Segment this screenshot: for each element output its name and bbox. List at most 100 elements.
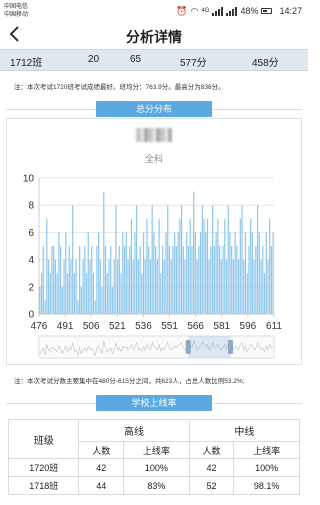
histogram-bar[interactable] [151, 205, 153, 314]
histogram-bar[interactable] [87, 232, 89, 314]
histogram-bar[interactable] [108, 259, 110, 314]
histogram-bar[interactable] [170, 259, 172, 314]
histogram-bar[interactable] [75, 259, 77, 314]
histogram-bar[interactable] [218, 246, 221, 314]
histogram-bar[interactable] [184, 259, 186, 314]
histogram-bar[interactable] [244, 232, 247, 314]
histogram-bar[interactable] [136, 205, 138, 314]
histogram-bar[interactable] [222, 246, 224, 314]
histogram-bar[interactable] [149, 259, 152, 314]
histogram-bar[interactable] [103, 191, 105, 314]
histogram-bar[interactable] [251, 232, 254, 314]
histogram-bar[interactable] [177, 232, 179, 314]
histogram-bar[interactable] [232, 259, 235, 314]
histogram-bar[interactable] [237, 259, 240, 314]
histogram-bar[interactable] [127, 259, 129, 314]
histogram-bar[interactable] [180, 205, 183, 314]
histogram-bar[interactable] [132, 259, 134, 314]
histogram-bar[interactable] [158, 218, 160, 314]
histogram-bar[interactable] [189, 218, 191, 314]
histogram-bar[interactable] [123, 246, 126, 314]
histogram-bar[interactable] [101, 286, 103, 314]
histogram-bar[interactable] [217, 218, 219, 314]
histogram-bar[interactable] [163, 259, 165, 314]
histogram-bar[interactable] [68, 246, 70, 314]
histogram-bar[interactable] [175, 246, 177, 314]
histogram-bar[interactable] [66, 273, 69, 314]
histogram-bar[interactable] [255, 246, 257, 314]
histogram-bar[interactable] [142, 232, 145, 314]
histogram-bar[interactable] [213, 246, 215, 314]
histogram-bar[interactable] [208, 259, 210, 314]
histogram-bar[interactable] [187, 246, 190, 314]
histogram-bar[interactable] [196, 259, 198, 314]
histogram-bar[interactable] [65, 232, 67, 314]
histogram-bar[interactable] [148, 246, 150, 314]
histogram-bar[interactable] [146, 218, 148, 314]
histogram-bar[interactable] [250, 218, 252, 314]
histogram-bar[interactable] [272, 232, 274, 314]
histogram-bar[interactable] [161, 246, 164, 314]
histogram-bar[interactable] [269, 218, 271, 314]
histogram-bar[interactable] [130, 218, 133, 314]
histogram-bar[interactable] [260, 259, 262, 314]
histogram-bar[interactable] [99, 259, 101, 314]
histogram-bar[interactable] [111, 286, 114, 314]
zoom-slider[interactable] [38, 335, 275, 359]
histogram-bar[interactable] [215, 232, 217, 314]
histogram-bar[interactable] [262, 246, 264, 314]
zoom-slider-window[interactable] [188, 336, 231, 358]
histogram-bar[interactable] [182, 246, 184, 314]
histogram-bar[interactable] [85, 273, 88, 314]
histogram-bar[interactable] [194, 232, 196, 314]
histogram-bar[interactable] [113, 259, 115, 314]
histogram-bar[interactable] [117, 259, 119, 314]
histogram-bar[interactable] [144, 259, 146, 314]
histogram-bar[interactable] [246, 273, 248, 314]
histogram-bar[interactable] [54, 259, 57, 314]
histogram-bar[interactable] [125, 232, 127, 314]
histogram-bar[interactable] [234, 232, 236, 314]
histogram-bar[interactable] [227, 205, 229, 314]
histogram-bar[interactable] [263, 273, 266, 314]
histogram-bar[interactable] [72, 205, 74, 314]
histogram-bar[interactable] [212, 205, 214, 314]
histogram-bar[interactable] [198, 246, 200, 314]
histogram-bar[interactable] [165, 232, 167, 314]
histogram-bar[interactable] [89, 259, 91, 314]
histogram-bar[interactable] [42, 246, 44, 314]
histogram-bar[interactable] [186, 232, 188, 314]
histogram-bar[interactable] [248, 246, 250, 314]
histogram-bar[interactable] [139, 246, 141, 314]
histogram-bar[interactable] [134, 232, 136, 314]
histogram-bar[interactable] [267, 259, 269, 314]
histogram-bar[interactable] [120, 273, 122, 314]
histogram-bar[interactable] [96, 246, 98, 314]
zoom-slider-handle[interactable] [185, 340, 191, 354]
histogram-bar[interactable] [46, 218, 48, 314]
histogram-bar[interactable] [106, 273, 108, 314]
histogram-bar[interactable] [167, 205, 169, 314]
histogram-bar[interactable] [256, 205, 259, 314]
histogram-bar[interactable] [129, 246, 131, 314]
histogram-bar[interactable] [203, 218, 205, 314]
histogram-bar[interactable] [225, 259, 228, 314]
histogram-bar[interactable] [115, 205, 117, 314]
histogram-bar[interactable] [141, 273, 143, 314]
histogram-bar[interactable] [231, 246, 233, 314]
histogram-bar[interactable] [84, 246, 86, 314]
histogram-bar[interactable] [258, 232, 260, 314]
histogram-bar[interactable] [70, 259, 72, 314]
histogram-bar[interactable] [82, 259, 84, 314]
histogram-bar[interactable] [205, 232, 207, 314]
histogram-bar[interactable] [193, 191, 195, 314]
histogram-bar[interactable] [201, 205, 203, 314]
histogram-bar[interactable] [168, 246, 171, 314]
histogram-bar[interactable] [122, 232, 124, 314]
histogram-bar[interactable] [160, 273, 162, 314]
histogram-bar[interactable] [241, 205, 243, 314]
histogram-bar[interactable] [206, 218, 209, 314]
histogram-bar[interactable] [51, 246, 53, 314]
histogram-bar[interactable] [199, 232, 202, 314]
histogram-bar[interactable] [44, 300, 46, 314]
